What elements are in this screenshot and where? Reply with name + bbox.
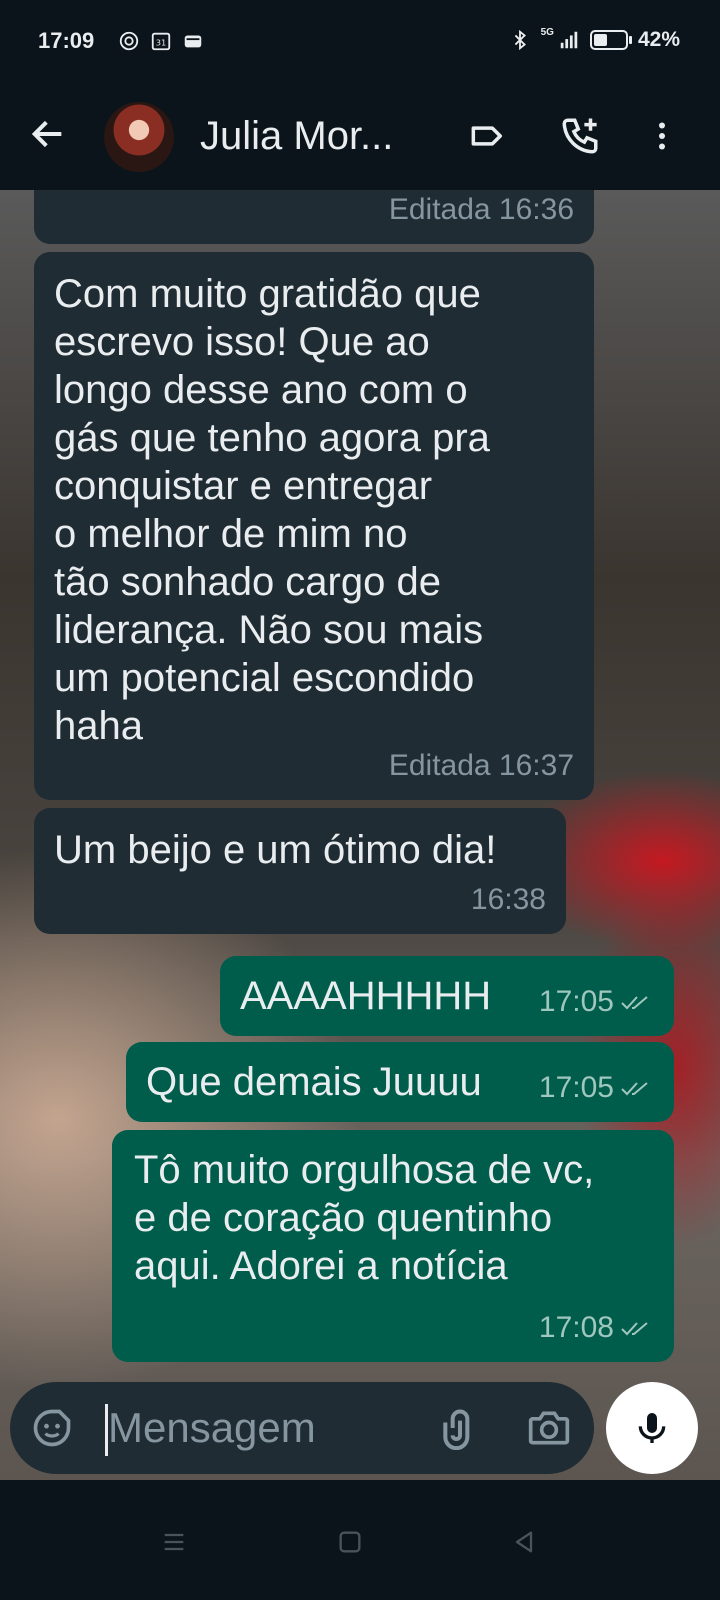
add-call-button[interactable] [558,114,602,158]
mic-icon [638,1413,666,1443]
read-receipt-icon [621,1322,648,1336]
signal-icon [560,31,578,49]
battery-icon [589,30,632,50]
bluetooth-icon [514,29,526,51]
system-navigation-bar [0,1482,720,1600]
message-meta: 16:38 [471,876,546,924]
message-bubble-incoming[interactable]: Com muito gratidão que escrevo isso! Que… [34,252,594,800]
nav-recents-button[interactable] [154,1522,194,1562]
message-time: Editada 16:36 [388,193,574,226]
message-bubble-outgoing[interactable]: Que demais Juuuu 17:05 [126,1042,674,1122]
calendar-icon: 31 [151,32,171,51]
back-arrow-icon[interactable] [28,114,68,154]
chat-area[interactable]: Editada 16:36 Com muito gratidão que esc… [0,190,720,1480]
message-meta: 17:05 [539,1064,654,1112]
status-time: 17:09 [38,28,95,53]
home-icon [339,1531,361,1553]
message-bubble-outgoing[interactable]: AAAAHHHHH 17:05 [220,956,674,1036]
message-bubble-outgoing[interactable]: Tô muito orgulhosa de vc, e de coração q… [112,1130,674,1362]
mic-button[interactable] [606,1382,698,1474]
attach-icon[interactable] [438,1406,482,1450]
label-button[interactable] [464,114,508,158]
message-text: Um beijo e um ótimo dia! [54,828,497,872]
camera-icon[interactable] [524,1406,574,1450]
status-bar: 17:09 31 5G 42% [0,0,720,84]
message-time: 17:05 [538,1071,614,1104]
message-time: 16:38 [470,883,546,916]
message-time: 17:08 [538,1311,614,1344]
nav-home-button[interactable] [330,1522,370,1562]
network-type: 5G [540,26,554,38]
read-receipt-icon [621,996,648,1010]
message-bubble-incoming[interactable]: Um beijo e um ótimo dia! 16:38 [34,808,566,934]
menu-icon [164,1533,184,1551]
more-vert-icon [659,122,665,150]
message-meta: Editada 16:37 [389,742,574,790]
avatar[interactable] [104,102,174,172]
label-icon [471,126,502,146]
back-triangle-icon [515,1531,533,1553]
wallet-icon [184,35,202,48]
message-bubble-incoming[interactable]: Editada 16:36 [34,190,594,244]
contact-name[interactable]: Julia Mor... [200,114,393,159]
message-text: Com muito gratidão que escrevo isso! Que… [54,272,490,748]
add-call-icon [562,118,598,154]
nav-back-button[interactable] [504,1522,544,1562]
message-meta: 17:05 [539,978,654,1026]
message-composer: Mensagem [10,1382,594,1474]
emoji-sticker-icon[interactable] [30,1406,74,1450]
message-meta: 17:08 [539,1304,654,1352]
message-time: Editada 16:37 [388,749,574,782]
message-time: 17:05 [538,985,614,1018]
message-meta: Editada 16:36 [389,190,574,234]
svg-text:31: 31 [156,38,167,48]
message-input[interactable]: Mensagem [108,1404,316,1452]
more-options-button[interactable] [640,114,684,158]
battery-percent: 42% [637,28,680,51]
read-receipt-icon [621,1082,648,1096]
whatsapp-status-icon [119,31,139,51]
chat-header: Julia Mor... [0,84,720,190]
message-text: Tô muito orgulhosa de vc, e de coração q… [134,1148,595,1288]
